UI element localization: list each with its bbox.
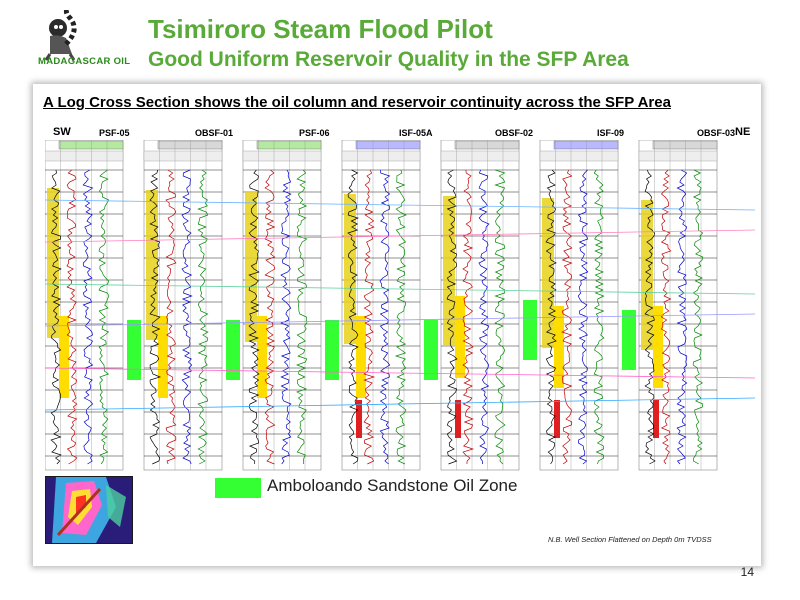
- page-number: 14: [740, 565, 754, 579]
- well-log-panel: [638, 140, 718, 471]
- well-log-panel: [45, 140, 124, 471]
- legend-swatch: [215, 478, 261, 498]
- log-cross-section: SW NE PSF-05 OBSF-01 PSF-06 ISF-05A OBSF…: [45, 124, 755, 484]
- well-label: OBSF-01: [195, 128, 234, 138]
- well-label: OBSF-02: [495, 128, 534, 138]
- page-title: Tsimiroro Steam Flood Pilot: [148, 14, 493, 44]
- footnote: N.B. Well Section Flattened on Depth 0m …: [548, 535, 712, 544]
- well-label: PSF-05: [99, 128, 130, 138]
- direction-sw: SW: [53, 126, 71, 138]
- well-log-panel: [341, 140, 421, 471]
- oil-zone-block: [523, 300, 537, 360]
- content-panel: A Log Cross Section shows the oil column…: [33, 84, 761, 566]
- location-map: [45, 476, 133, 544]
- well-log-panels: [45, 140, 755, 471]
- direction-ne: NE: [735, 126, 751, 138]
- well-log-panel: [539, 140, 619, 471]
- well-log-panel: [242, 140, 322, 471]
- oil-zone-block: [622, 310, 636, 370]
- well-label: OBSF-03: [697, 128, 736, 138]
- well-label: ISF-09: [597, 128, 625, 138]
- legend-label: Amboloando Sandstone Oil Zone: [267, 476, 518, 495]
- well-log-panel: [143, 140, 223, 471]
- oil-zone-block: [127, 320, 141, 380]
- section-heading: A Log Cross Section shows the oil column…: [43, 94, 671, 111]
- well-log-panel: [440, 140, 520, 471]
- well-label: PSF-06: [299, 128, 330, 138]
- logo-text: MADAGASCAR OIL: [38, 56, 131, 67]
- page-subtitle: Good Uniform Reservoir Quality in the SF…: [148, 48, 629, 71]
- oil-zone-block: [424, 320, 438, 380]
- oil-zone-block: [325, 320, 339, 380]
- well-label: ISF-05A: [399, 128, 433, 138]
